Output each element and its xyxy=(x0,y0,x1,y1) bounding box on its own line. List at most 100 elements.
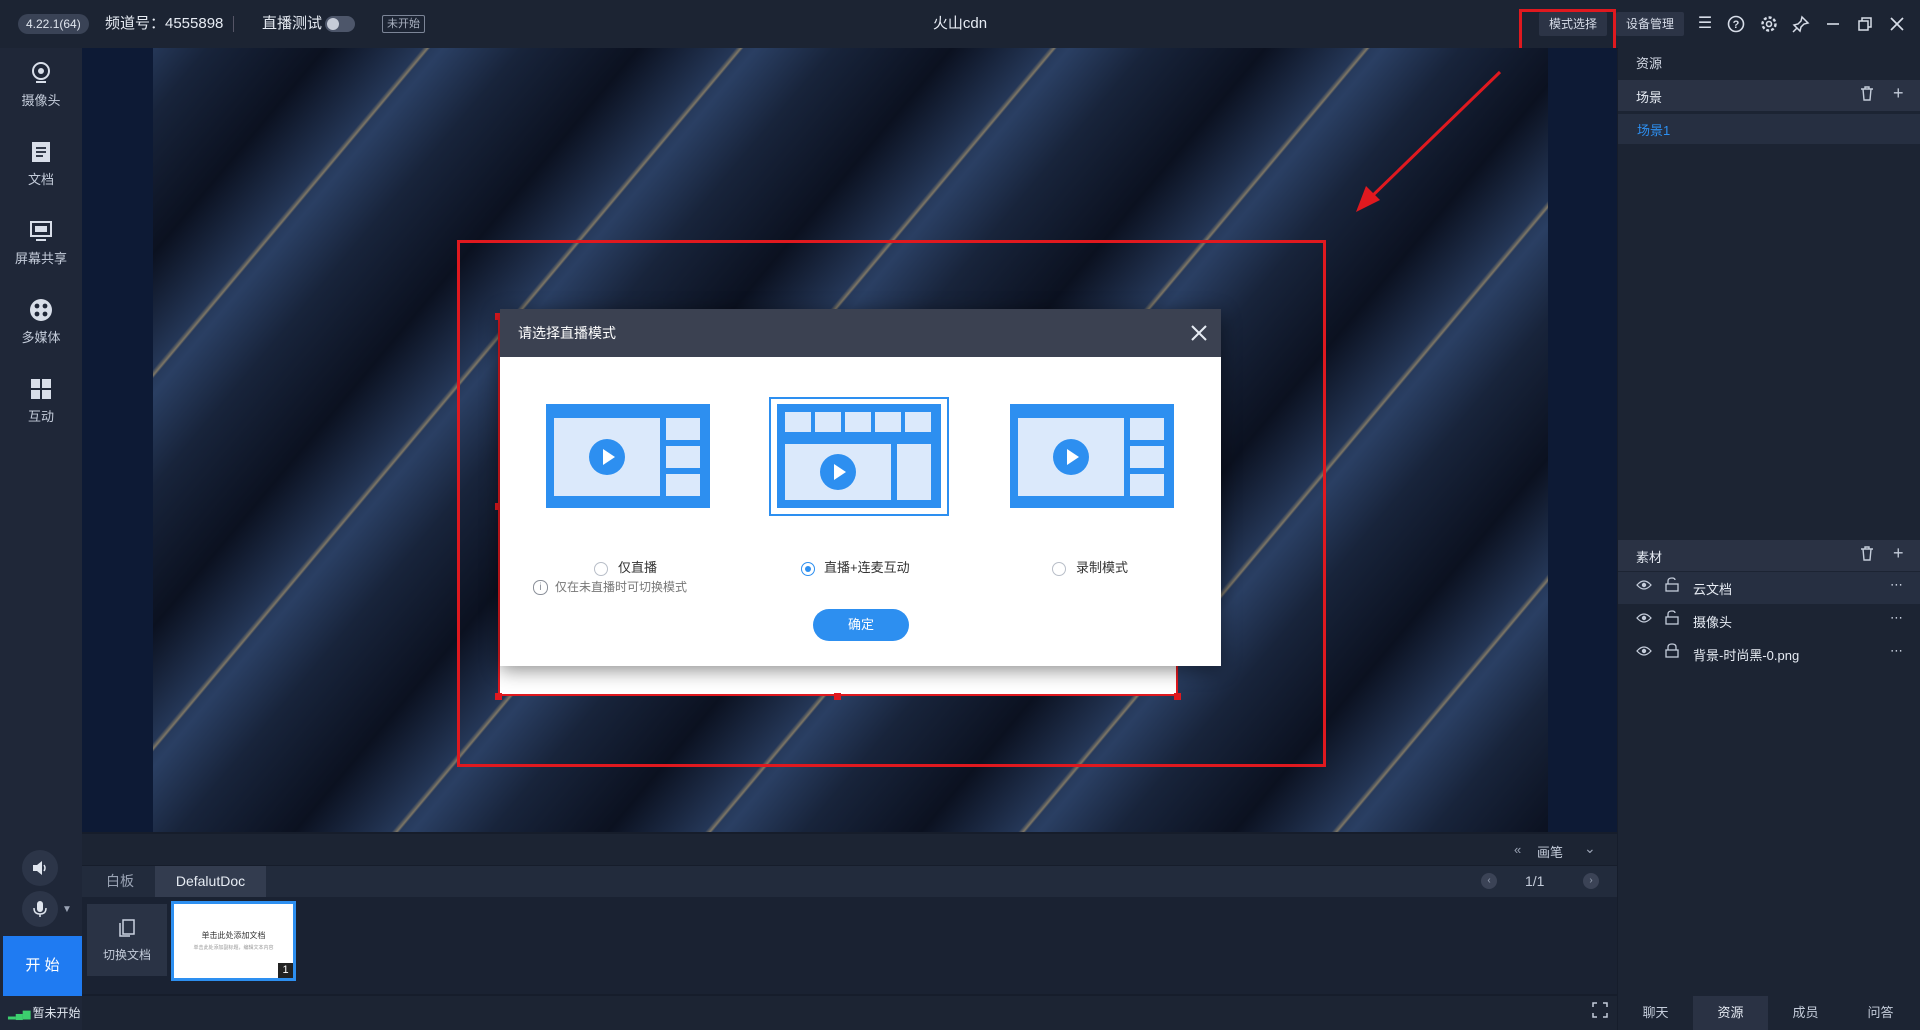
resize-handle[interactable] xyxy=(1174,693,1181,700)
image-icon xyxy=(666,418,700,440)
screen-share-icon xyxy=(28,218,54,244)
doc-tab-bar xyxy=(82,866,1617,897)
sidebar-item-label: 互动 xyxy=(27,409,54,424)
material-name: 云文档 xyxy=(1693,582,1733,597)
collapse-icon[interactable]: ⌄ xyxy=(1584,840,1596,857)
live-mode-dialog: 请选择直播模式 仅直播 直播+连麦互动 录制模式 i 仅在未直播时可切换模式 确… xyxy=(500,309,1221,666)
lock-icon[interactable] xyxy=(1665,643,1679,661)
eye-icon[interactable] xyxy=(1636,645,1652,660)
live-status: ▂▄▆ 暂未开始 xyxy=(8,1004,80,1021)
confirm-button[interactable]: 确定 xyxy=(813,609,909,641)
thumbnail-subtitle: 单击此处添加副标题，编辑文本内容 xyxy=(193,945,274,951)
scene-item-label[interactable]: 场景1 xyxy=(1637,120,1670,139)
camera-icon xyxy=(28,60,54,86)
radio-live-interact[interactable] xyxy=(801,562,815,576)
dialog-title: 请选择直播模式 xyxy=(518,325,616,341)
more-icon[interactable]: ⋯ xyxy=(1890,610,1903,626)
thumbnail-index: 1 xyxy=(278,963,293,978)
interact-icon xyxy=(28,376,54,402)
live-status-text: 暂未开始 xyxy=(32,1006,81,1020)
doc-thumbnail-area xyxy=(82,897,1617,994)
sidebar-item-label: 多媒体 xyxy=(21,330,61,345)
switch-doc-label: 切换文档 xyxy=(102,948,151,962)
eye-icon[interactable] xyxy=(1636,612,1652,627)
settings-icon[interactable] xyxy=(1757,12,1781,36)
more-icon[interactable]: ⋯ xyxy=(1890,643,1903,659)
mode-card-live-interact[interactable] xyxy=(777,404,941,508)
annotation-arrow xyxy=(1356,70,1502,212)
doc-toolbar xyxy=(82,834,1617,865)
svg-text:?: ? xyxy=(1733,19,1740,31)
speaker-icon[interactable] xyxy=(22,850,58,886)
list-icon[interactable]: ☰ xyxy=(1693,12,1717,36)
text-icon xyxy=(666,446,700,468)
tab-members[interactable]: 成员 xyxy=(1768,996,1843,1030)
help-icon[interactable]: ? xyxy=(1724,12,1748,36)
participant-icon xyxy=(845,412,871,432)
radio-live-only[interactable] xyxy=(594,562,608,576)
fullscreen-icon[interactable] xyxy=(1592,1002,1608,1022)
sidebar-item-camera[interactable]: 摄像头 xyxy=(0,52,82,122)
more-icon[interactable]: ⋯ xyxy=(1890,577,1903,593)
chevron-down-icon[interactable]: ▼ xyxy=(62,904,72,915)
materials-section-bar xyxy=(1618,540,1920,571)
list-icon xyxy=(666,474,700,496)
eye-icon[interactable] xyxy=(1636,579,1652,594)
minimize-icon[interactable] xyxy=(1821,12,1845,36)
tab-qa[interactable]: 问答 xyxy=(1843,996,1918,1030)
material-row[interactable] xyxy=(1618,604,1920,636)
prev-page-icon[interactable]: ‹ xyxy=(1481,873,1497,889)
play-icon xyxy=(589,439,625,475)
resize-handle[interactable] xyxy=(834,693,841,700)
material-row[interactable] xyxy=(1618,572,1920,604)
close-icon[interactable] xyxy=(1885,12,1909,36)
start-live-button[interactable]: 开 始 xyxy=(3,936,82,996)
participant-icon xyxy=(905,412,931,432)
dialog-close-icon[interactable] xyxy=(1187,321,1211,345)
pin-icon[interactable] xyxy=(1789,12,1813,36)
page-indicator: 1/1 xyxy=(1525,873,1545,889)
radio-record[interactable] xyxy=(1052,562,1066,576)
mode-card-live-only[interactable] xyxy=(546,404,710,508)
play-icon xyxy=(820,454,856,490)
sidebar-item-screen-share[interactable]: 屏幕共享 xyxy=(0,210,82,280)
next-page-icon[interactable]: › xyxy=(1583,873,1599,889)
text-icon xyxy=(1130,446,1164,468)
bottom-bar xyxy=(82,996,1617,1030)
sidebar-item-label: 屏幕共享 xyxy=(14,251,67,266)
switch-doc-button[interactable]: 切换文档 xyxy=(87,904,167,976)
sidebar-item-document[interactable]: 文档 xyxy=(0,131,82,201)
thumbnail-title: 单击此处添加文档 xyxy=(201,931,266,940)
radio-label: 直播+连麦互动 xyxy=(824,560,910,575)
device-manage-button[interactable]: 设备管理 xyxy=(1616,12,1684,36)
sidebar-item-label: 摄像头 xyxy=(21,93,61,108)
chat-list-icon xyxy=(897,444,931,500)
delete-scene-icon[interactable] xyxy=(1860,86,1874,104)
participant-icon xyxy=(815,412,841,432)
tab-defalutdoc[interactable]: DefalutDoc xyxy=(155,866,266,897)
resize-handle[interactable] xyxy=(495,693,502,700)
tab-resources[interactable]: 资源 xyxy=(1693,996,1768,1030)
double-chevron-left-icon[interactable]: « xyxy=(1514,842,1521,857)
tab-chat[interactable]: 聊天 xyxy=(1618,996,1693,1030)
unlock-icon[interactable] xyxy=(1665,577,1679,595)
add-scene-icon[interactable]: + xyxy=(1893,83,1904,104)
image-icon xyxy=(1130,418,1164,440)
mode-card-record[interactable] xyxy=(1010,404,1174,508)
maximize-icon[interactable] xyxy=(1853,12,1877,36)
participant-icon xyxy=(875,412,901,432)
unlock-icon[interactable] xyxy=(1665,610,1679,628)
delete-material-icon[interactable] xyxy=(1860,546,1874,564)
tab-whiteboard[interactable]: 白板 xyxy=(90,866,150,897)
sidebar-item-multimedia[interactable]: 多媒体 xyxy=(0,289,82,359)
scene-section-title: 场景 xyxy=(1636,90,1663,105)
pen-label[interactable]: 画笔 xyxy=(1537,842,1563,861)
sidebar-item-interact[interactable]: 互动 xyxy=(0,368,82,438)
info-icon: i xyxy=(533,580,548,595)
add-material-icon[interactable]: + xyxy=(1893,543,1904,564)
microphone-icon[interactable] xyxy=(22,891,58,927)
material-name: 背景-时尚黑-0.png xyxy=(1693,648,1800,663)
radio-label: 仅直播 xyxy=(618,560,658,575)
signal-icon: ▂▄▆ xyxy=(8,1009,31,1020)
sidebar-item-label: 文档 xyxy=(27,172,54,187)
